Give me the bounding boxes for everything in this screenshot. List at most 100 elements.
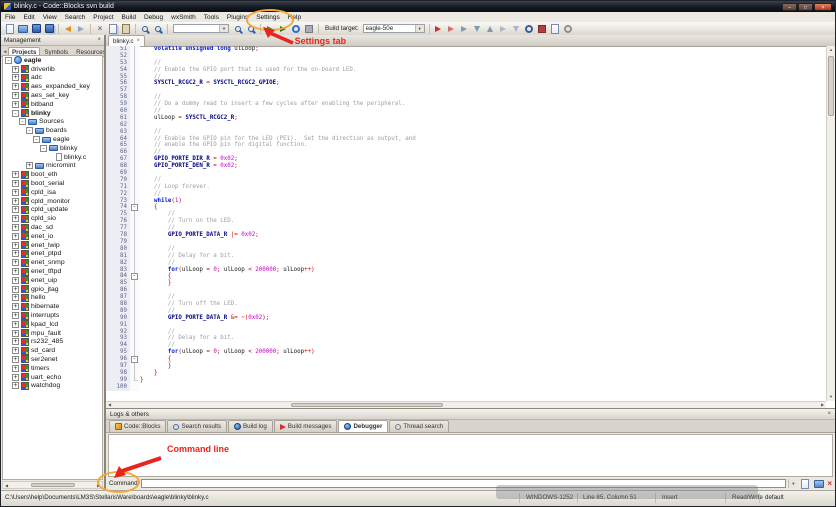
tree-expand-icon[interactable]: + xyxy=(12,206,19,214)
debugging-windows-icon[interactable] xyxy=(549,23,561,35)
tree-expand-icon[interactable]: + xyxy=(12,303,19,311)
fold-margin[interactable] xyxy=(130,46,140,53)
tree-expand-icon[interactable]: + xyxy=(12,268,19,276)
search-in-files-icon[interactable] xyxy=(245,23,257,35)
log-tab-flag[interactable]: Build messages xyxy=(273,420,338,432)
copy-icon[interactable] xyxy=(107,23,119,35)
tree-expand-icon[interactable]: + xyxy=(12,171,19,179)
fold-margin[interactable] xyxy=(130,190,140,198)
debug-continue-icon[interactable] xyxy=(432,23,444,35)
minimize-button[interactable]: – xyxy=(782,2,797,11)
tree-expand-icon[interactable]: + xyxy=(12,277,19,284)
fold-margin[interactable] xyxy=(130,142,140,150)
fold-margin[interactable] xyxy=(130,376,140,384)
tree-expand-icon[interactable]: + xyxy=(12,197,19,205)
tree-expand-icon[interactable]: + xyxy=(12,285,19,293)
redo-icon[interactable] xyxy=(75,23,87,35)
fold-margin[interactable] xyxy=(130,225,140,233)
build-target-combobox[interactable]: eagle-50e ▾ xyxy=(362,24,425,33)
tree-expand-icon[interactable]: + xyxy=(12,74,19,82)
fold-margin[interactable] xyxy=(130,87,140,95)
tree-item-enet_lwip[interactable]: + enet_lwip xyxy=(3,241,102,250)
fold-margin[interactable] xyxy=(130,232,140,239)
fold-margin[interactable] xyxy=(130,108,140,115)
find-in-files-icon[interactable] xyxy=(152,23,164,35)
fold-margin[interactable] xyxy=(130,211,140,219)
tree-expand-icon[interactable]: + xyxy=(12,259,19,267)
scroll-right-icon[interactable]: ▶ xyxy=(95,482,102,488)
fold-margin[interactable] xyxy=(130,280,140,288)
tree-item-hibernate[interactable]: + hibernate xyxy=(3,302,102,311)
tree-item-cpld_monitor[interactable]: + cpld_monitor xyxy=(3,197,102,206)
tree-item-micromint[interactable]: + micromint xyxy=(3,162,102,171)
tree-expand-icon[interactable]: + xyxy=(12,189,19,196)
fold-margin[interactable] xyxy=(130,128,140,136)
save-icon[interactable] xyxy=(30,23,42,35)
step-into-instruction-icon[interactable] xyxy=(510,23,522,35)
log-tab-codeblocks[interactable]: Code::Blocks xyxy=(109,420,167,432)
abort-icon[interactable] xyxy=(303,23,315,35)
fold-margin[interactable]: - xyxy=(130,356,140,363)
tree-expand-icon[interactable]: + xyxy=(12,250,19,258)
fold-margin[interactable] xyxy=(130,252,140,260)
fold-margin[interactable] xyxy=(130,328,140,336)
tree-item-blinky[interactable]: - blinky xyxy=(3,144,102,153)
tree-item-boot_serial[interactable]: + boot_serial xyxy=(3,179,102,188)
fold-margin[interactable] xyxy=(130,73,140,81)
step-out-icon[interactable] xyxy=(484,23,496,35)
fold-margin[interactable] xyxy=(130,300,140,308)
scroll-down-icon[interactable]: ▼ xyxy=(827,393,835,401)
fold-margin[interactable] xyxy=(130,121,140,129)
fold-margin[interactable] xyxy=(130,176,140,184)
menu-build[interactable]: Build xyxy=(118,12,140,22)
fold-margin[interactable] xyxy=(130,163,140,171)
tree-item-enet_snmp[interactable]: + enet_snmp xyxy=(3,258,102,267)
maximize-button[interactable]: □ xyxy=(798,2,813,11)
menu-file[interactable]: File xyxy=(1,12,19,22)
scroll-up-icon[interactable]: ▲ xyxy=(827,46,835,54)
fold-margin[interactable] xyxy=(130,170,140,177)
tree-expand-icon[interactable]: + xyxy=(12,321,19,328)
tree-horizontal-scrollbar[interactable]: ◀ ▶ xyxy=(2,481,103,489)
tree-item-eagle[interactable]: - eagle xyxy=(3,135,102,144)
combo-dropdown-icon[interactable]: ▾ xyxy=(219,25,228,32)
tree-item-cpld_sio[interactable]: + cpld_sio xyxy=(3,214,102,223)
management-close-icon[interactable]: × xyxy=(97,37,101,43)
tree-item-boot_eth[interactable]: + boot_eth xyxy=(3,170,102,179)
tree-expand-icon[interactable]: + xyxy=(12,347,19,355)
tree-item-boards[interactable]: - boards xyxy=(3,126,102,135)
tree-expand-icon[interactable]: + xyxy=(12,101,19,108)
fold-margin[interactable] xyxy=(130,156,140,164)
tree-item-eagle[interactable]: - eagle xyxy=(3,56,102,65)
close-button[interactable]: × xyxy=(814,2,832,11)
various-info-icon[interactable] xyxy=(562,23,574,35)
editor-vertical-scrollbar[interactable]: ▲ ▼ xyxy=(826,46,835,401)
tree-expand-icon[interactable]: + xyxy=(12,338,19,346)
tree-expand-icon[interactable]: - xyxy=(19,118,26,126)
stop-debugger-icon[interactable] xyxy=(536,23,548,35)
fold-margin[interactable] xyxy=(130,369,140,377)
fold-margin[interactable] xyxy=(130,80,140,88)
tree-item-mpu_fault[interactable]: + mpu_fault xyxy=(3,329,102,338)
tree-item-kpad_lcd[interactable]: + kpad_lcd xyxy=(3,320,102,329)
save-all-icon[interactable] xyxy=(43,23,55,35)
tree-item-watchdog[interactable]: + watchdog xyxy=(3,381,102,390)
menu-debug[interactable]: Debug xyxy=(140,12,167,22)
menu-project[interactable]: Project xyxy=(89,12,117,22)
fold-margin[interactable] xyxy=(130,183,140,191)
fold-margin[interactable] xyxy=(130,342,140,350)
log-open-icon[interactable] xyxy=(813,478,825,490)
fold-margin[interactable] xyxy=(130,101,140,109)
tree-item-blinky-c[interactable]: blinky.c xyxy=(3,153,102,162)
tree-item-enet_uip[interactable]: + enet_uip xyxy=(3,276,102,285)
fold-margin[interactable] xyxy=(130,238,140,246)
tree-expand-icon[interactable]: - xyxy=(5,57,12,64)
fold-margin[interactable] xyxy=(130,245,140,253)
fold-margin[interactable] xyxy=(130,52,140,60)
menu-edit[interactable]: Edit xyxy=(19,12,38,22)
scroll-left-icon[interactable]: ◀ xyxy=(3,482,10,488)
undo-icon[interactable] xyxy=(62,23,74,35)
log-save-icon[interactable] xyxy=(799,478,811,490)
command-history-dropdown-icon[interactable]: ▾ xyxy=(788,479,798,488)
menu-tools[interactable]: Tools xyxy=(200,12,223,22)
